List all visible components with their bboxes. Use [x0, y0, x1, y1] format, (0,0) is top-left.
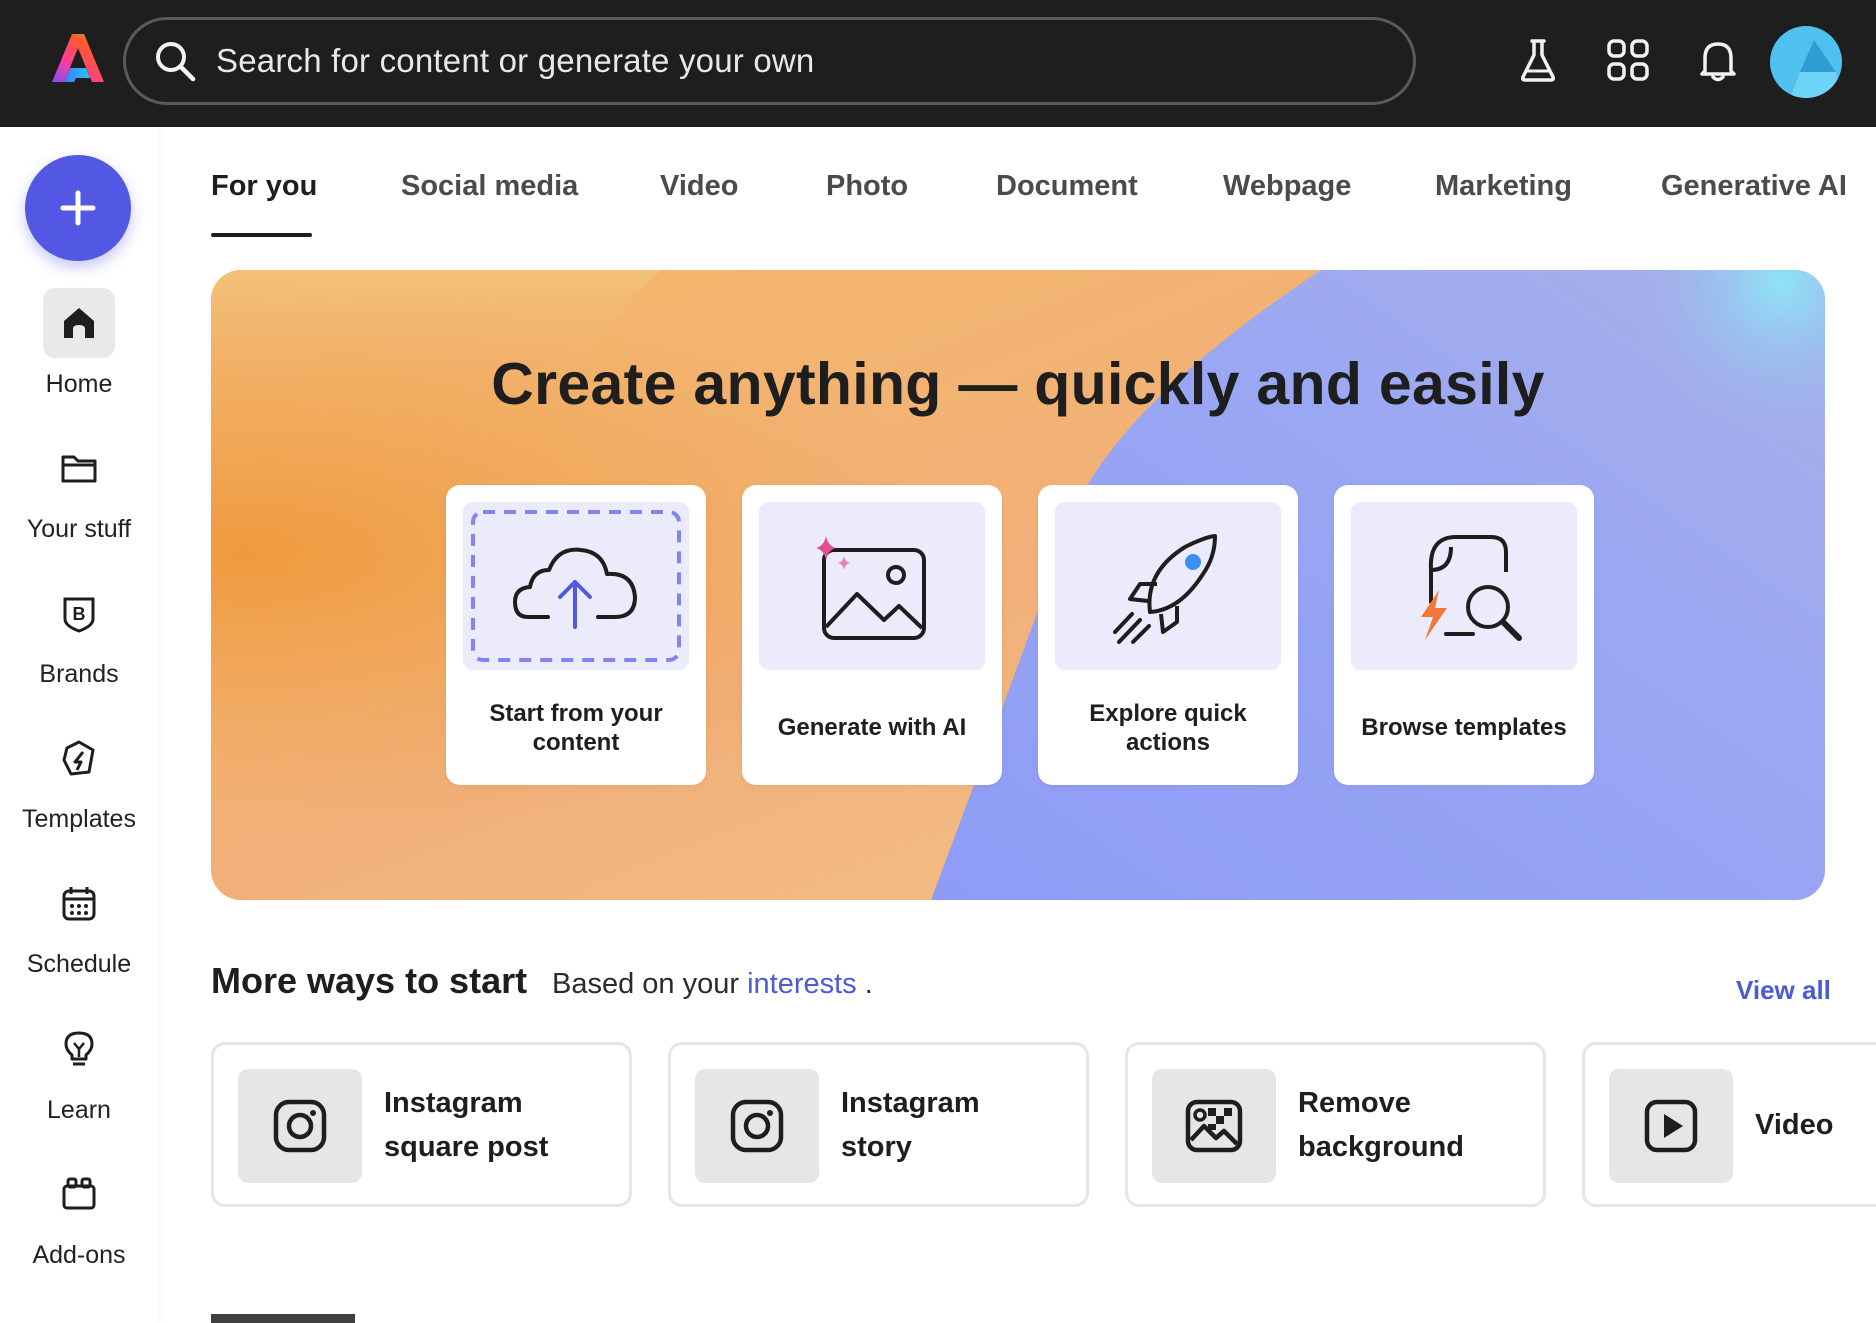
card-thumbnail: [1351, 502, 1577, 670]
subtitle-prefix: Based on your: [552, 968, 740, 1000]
instagram-icon: [730, 1099, 784, 1153]
tab-video[interactable]: Video: [660, 170, 738, 203]
hero-title: Create anything — quickly and easily: [491, 351, 1545, 417]
card-thumbnail: [1609, 1069, 1733, 1183]
top-bar: Search for content or generate your own: [0, 0, 1876, 127]
svg-text:B: B: [73, 604, 86, 624]
remove-background-icon: [1185, 1099, 1243, 1153]
instagram-square-post-card[interactable]: Instagram square post: [211, 1042, 632, 1207]
category-tabs: For you Social media Video Photo Documen…: [211, 170, 1876, 240]
sidebar-item-label: Add-ons: [32, 1241, 126, 1269]
sidebar-item-brands[interactable]: B Brands: [0, 578, 158, 689]
addons-icon: [43, 1159, 115, 1229]
card-label: Generate with AI: [777, 714, 967, 741]
video-card[interactable]: Video: [1582, 1042, 1876, 1207]
subtitle-suffix: .: [864, 968, 873, 1000]
video-play-icon: [1644, 1099, 1698, 1153]
tab-document[interactable]: Document: [996, 170, 1138, 203]
rocket-icon: [1113, 534, 1217, 644]
section-title: More ways to start: [211, 960, 528, 1001]
card-thumbnail: [238, 1069, 362, 1183]
card-label: Start from your content: [489, 699, 663, 756]
card-label: Remove background: [1298, 1086, 1464, 1163]
ai-image-icon: [816, 536, 926, 640]
sidebar-item-schedule[interactable]: Schedule: [0, 868, 158, 979]
tab-generative-ai[interactable]: Generative AI: [1661, 170, 1847, 203]
explore-quick-actions-card[interactable]: Explore quick actions: [1038, 485, 1298, 785]
tab-for-you[interactable]: For you: [211, 170, 317, 203]
card-label: Instagram square post: [384, 1086, 549, 1163]
sidebar-item-learn[interactable]: Learn: [0, 1014, 158, 1125]
brand-icon: B: [43, 578, 115, 648]
instagram-story-card[interactable]: Instagram story: [668, 1042, 1089, 1207]
card-thumbnail: [759, 502, 985, 670]
plus-icon: [60, 190, 96, 226]
next-section-title-partial: [211, 1314, 451, 1323]
flask-icon[interactable]: [1513, 35, 1563, 85]
adobe-express-logo[interactable]: [50, 30, 106, 86]
sidebar-item-your-stuff[interactable]: Your stuff: [0, 433, 158, 544]
card-thumbnail: [1152, 1069, 1276, 1183]
card-label: Browse templates: [1361, 714, 1567, 741]
search-input[interactable]: Search for content or generate your own: [216, 42, 814, 80]
tab-webpage[interactable]: Webpage: [1223, 170, 1351, 203]
view-all-link[interactable]: View all: [1736, 975, 1831, 1006]
sidebar-item-label: Learn: [47, 1096, 111, 1124]
card-thumbnail: [1055, 502, 1281, 670]
sidebar-item-templates[interactable]: Templates: [0, 723, 158, 834]
card-label: Video: [1755, 1108, 1834, 1141]
active-tab-indicator: [211, 233, 312, 237]
template-search-icon: [1421, 535, 1522, 641]
calendar-icon: [43, 868, 115, 938]
section-subtitle: Based on your interests .: [552, 968, 873, 1001]
instagram-icon: [273, 1099, 327, 1153]
sidebar-item-label: Your stuff: [26, 515, 132, 543]
card-thumbnail: [695, 1069, 819, 1183]
folder-icon: [43, 433, 115, 503]
generate-with-ai-card[interactable]: Generate with AI: [742, 485, 1002, 785]
interests-link[interactable]: interests: [747, 968, 857, 1000]
search-icon: [156, 42, 196, 82]
start-from-content-card[interactable]: Start from your content: [446, 485, 706, 785]
templates-icon: [43, 723, 115, 793]
sidebar-item-label: Home: [45, 370, 113, 398]
browse-templates-card[interactable]: Browse templates: [1334, 485, 1594, 785]
apps-grid-icon[interactable]: [1603, 35, 1653, 85]
lightbulb-icon: [43, 1014, 115, 1084]
sidebar-item-label: Templates: [22, 805, 136, 833]
create-button[interactable]: [25, 155, 131, 261]
tab-marketing[interactable]: Marketing: [1435, 170, 1572, 203]
cloud-upload-icon: [471, 510, 681, 662]
sidebar-item-add-ons[interactable]: Add-ons: [0, 1159, 158, 1270]
sidebar-item-label: Schedule: [26, 950, 132, 978]
card-label: Instagram story: [841, 1086, 980, 1163]
sidebar-item-home[interactable]: Home: [0, 288, 158, 399]
sidebar: Home Your stuff B Brands Templates Sched…: [0, 127, 158, 1323]
tab-photo[interactable]: Photo: [826, 170, 908, 203]
home-icon: [43, 288, 115, 358]
remove-background-card[interactable]: Remove background: [1125, 1042, 1546, 1207]
tab-social-media[interactable]: Social media: [401, 170, 578, 203]
avatar-image: [1790, 40, 1842, 98]
search-bar[interactable]: Search for content or generate your own: [123, 17, 1416, 105]
card-label: Explore quick actions: [1089, 699, 1247, 756]
bell-icon[interactable]: [1693, 35, 1743, 85]
avatar[interactable]: [1770, 26, 1842, 98]
hero-banner: Create anything — quickly and easily Sta…: [211, 270, 1825, 900]
card-thumbnail: [463, 502, 689, 670]
sidebar-item-label: Brands: [39, 660, 119, 688]
